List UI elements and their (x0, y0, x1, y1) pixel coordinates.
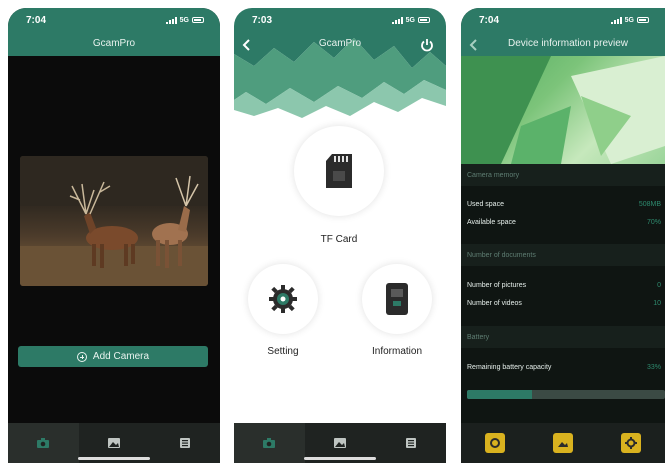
battery-capacity-label: Remaining battery capacity (467, 363, 552, 371)
battery-icon (418, 17, 430, 23)
preview-scene (461, 56, 665, 164)
camera-thumbnail[interactable] (20, 156, 208, 286)
available-space-value: 70% (646, 218, 661, 226)
section-battery: Battery (461, 326, 665, 348)
status-indicators: 5G (610, 16, 649, 24)
status-time: 7:04 (479, 14, 500, 26)
videos-label: Number of videos (467, 299, 522, 307)
pictures-value: 0 (657, 281, 661, 289)
battery-capacity-value: 33% (646, 363, 661, 371)
row-videos: Number of videos 10 (461, 294, 665, 312)
status-bar: 7:04 5G (461, 8, 665, 32)
signal-icon (610, 16, 622, 24)
used-space-value: 508MB (638, 200, 661, 208)
gear-icon (269, 285, 297, 313)
picture-icon (334, 438, 346, 448)
tab-list[interactable] (149, 423, 220, 463)
available-space-label: Available space (467, 218, 516, 226)
action-settings[interactable] (597, 423, 665, 463)
status-time: 7:03 (252, 14, 273, 26)
add-camera-button[interactable]: Add Camera (18, 346, 208, 367)
status-time: 7:04 (26, 14, 47, 26)
power-button[interactable] (420, 38, 434, 52)
battery-progress-bar (467, 390, 665, 399)
phone-device-info: 7:04 5G Device information preview Camer… (461, 8, 665, 463)
status-indicators: 5G (391, 16, 430, 24)
tf-card-button[interactable] (294, 126, 384, 216)
add-camera-label: Add Camera (92, 351, 150, 362)
home-indicator (78, 457, 150, 460)
tf-card-label: TF Card (320, 234, 358, 245)
row-pictures: Number of pictures 0 (461, 276, 665, 294)
battery-icon (637, 17, 649, 23)
picture-icon (553, 433, 573, 453)
deer-photo (20, 156, 208, 286)
row-available-space: Available space 70% (461, 213, 665, 231)
row-used-space: Used space 508MB (461, 195, 665, 213)
page-title: GcamPro (318, 38, 362, 49)
gear-icon (621, 433, 641, 453)
home-indicator (304, 457, 376, 460)
network-label: 5G (405, 16, 415, 24)
phone-camera-list: 7:04 5G GcamPro Add Camera (8, 8, 220, 463)
action-camera[interactable] (461, 423, 529, 463)
pictures-label: Number of pictures (467, 281, 527, 289)
status-indicators: 5G (165, 16, 204, 24)
power-icon (421, 39, 433, 52)
setting-label: Setting (267, 346, 299, 357)
bottom-action-bar (461, 423, 665, 463)
network-label: 5G (624, 16, 634, 24)
section-documents: Number of documents (461, 244, 665, 266)
network-label: 5G (179, 16, 189, 24)
list-icon (405, 438, 416, 448)
sd-card-icon (326, 154, 352, 188)
page-title: GcamPro (92, 38, 136, 49)
signal-icon (391, 16, 403, 24)
setting-button[interactable] (248, 264, 318, 334)
battery-icon (192, 17, 204, 23)
camera-icon (37, 438, 50, 448)
trail-camera-icon (386, 283, 408, 315)
tab-camera[interactable] (8, 423, 79, 463)
used-space-label: Used space (467, 200, 504, 208)
section-camera-memory: Camera memory (461, 164, 665, 186)
screenshot-stage: 7:04 5G GcamPro Add Camera 7:03 5G GcamP… (0, 0, 665, 463)
camera-preview-image (461, 56, 665, 164)
camera-icon (263, 438, 276, 448)
picture-icon (108, 438, 120, 448)
status-bar: 7:03 5G (234, 8, 446, 32)
battery-progress-fill (467, 390, 533, 399)
signal-icon (165, 16, 177, 24)
information-label: Information (371, 346, 423, 357)
phone-device-menu: 7:03 5G GcamPro TF Card Setting Informat… (234, 8, 446, 463)
row-battery: Remaining battery capacity 33% (461, 358, 665, 376)
videos-value: 10 (653, 299, 661, 307)
action-gallery[interactable] (529, 423, 597, 463)
tab-list[interactable] (375, 423, 446, 463)
camera-icon (485, 433, 505, 453)
status-bar: 7:04 5G (8, 8, 220, 32)
list-icon (179, 438, 190, 448)
tab-camera[interactable] (234, 423, 305, 463)
page-title: Device information preview (507, 38, 629, 49)
add-icon (76, 351, 87, 362)
information-button[interactable] (362, 264, 432, 334)
